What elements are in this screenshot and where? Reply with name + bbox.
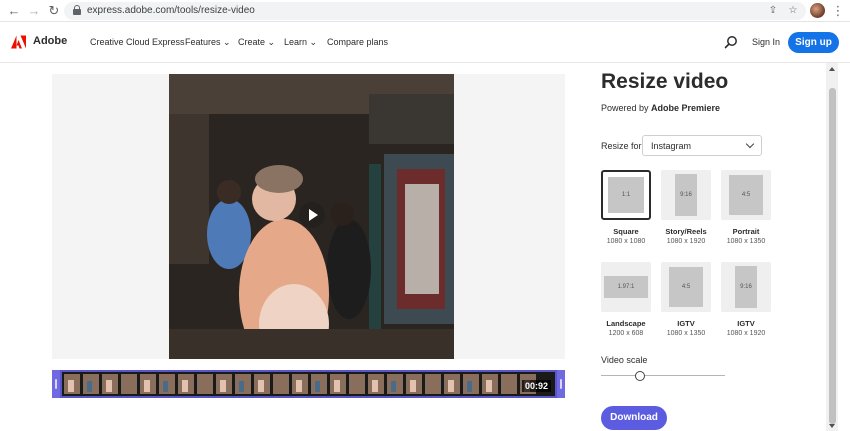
reload-icon[interactable]: ↻ (46, 3, 62, 19)
trim-end-handle[interactable] (557, 370, 565, 398)
scroll-down-icon[interactable] (829, 424, 835, 428)
ratio-preview: 9:16 (675, 174, 697, 216)
scroll-up-icon[interactable] (829, 67, 835, 71)
powered-by: Powered by Adobe Premiere (601, 103, 721, 113)
play-icon[interactable] (299, 202, 325, 228)
video-scale-label: Video scale (601, 355, 648, 365)
nav-features[interactable]: Features ⌄ (185, 37, 231, 48)
ratio-preview: 4:5 (669, 267, 703, 307)
sign-up-button[interactable]: Sign up (788, 32, 839, 53)
brand-name[interactable]: Adobe (33, 35, 67, 47)
nav-learn[interactable]: Learn ⌄ (284, 37, 317, 48)
filmstrip: 00:92 (62, 372, 555, 396)
filmstrip-frames (62, 372, 555, 396)
profile-avatar[interactable] (810, 3, 825, 18)
chevron-down-icon (745, 139, 755, 149)
page-title: Resize video (601, 70, 729, 93)
download-button[interactable]: Download (601, 406, 667, 430)
scrollbar-thumb[interactable] (829, 88, 836, 424)
tile-name: Portrait (732, 227, 760, 236)
star-icon[interactable]: ☆ (786, 4, 800, 18)
resize-for-select[interactable]: Instagram (642, 135, 762, 156)
nav-create[interactable]: Create ⌄ (238, 37, 275, 48)
size-tile-igtv-4-5[interactable]: 4:5 (661, 262, 711, 312)
url-text: express.adobe.com/tools/resize-video (87, 5, 255, 16)
browser-menu-icon[interactable]: ⋮ (830, 3, 846, 19)
lock-icon (73, 5, 81, 15)
size-tile-square[interactable]: 1:1 (601, 170, 651, 220)
tile-dimensions: 1080 x 1350 (726, 238, 766, 245)
video-preview-area (52, 74, 565, 359)
video-timeline[interactable]: 00:92 (52, 370, 565, 398)
share-icon[interactable]: ⇪ (766, 4, 780, 18)
nav-compare-plans[interactable]: Compare plans (327, 37, 388, 47)
video-scale-slider-track[interactable] (601, 375, 725, 376)
video-frame[interactable] (169, 74, 454, 359)
address-bar[interactable]: express.adobe.com/tools/resize-video ⇪ ☆ (64, 2, 806, 20)
size-tile-igtv-9-16[interactable]: 9:16 (721, 262, 771, 312)
size-tile-story-reels[interactable]: 9:16 (661, 170, 711, 220)
tile-dimensions: 1080 x 1920 (726, 330, 766, 337)
nav-creative-cloud-express[interactable]: Creative Cloud Express (90, 37, 185, 47)
browser-toolbar: ← → ↻ express.adobe.com/tools/resize-vid… (0, 0, 850, 22)
back-icon[interactable]: ← (6, 3, 22, 19)
tile-name: IGTV (737, 319, 755, 328)
duration-label: 00:92 (521, 380, 551, 392)
adobe-logo-icon[interactable] (11, 35, 26, 49)
site-header: Adobe Creative Cloud Express Features ⌄ … (0, 22, 850, 63)
resize-for-label: Resize for: (601, 141, 645, 151)
resize-for-value: Instagram (651, 141, 692, 151)
video-scale-slider-thumb[interactable] (635, 371, 645, 381)
powered-by-product: Adobe Premiere (651, 103, 721, 113)
size-tile-portrait[interactable]: 4:5 (721, 170, 771, 220)
ratio-preview: 1.97:1 (604, 276, 648, 298)
ratio-preview: 9:16 (735, 266, 757, 308)
ratio-preview: 4:5 (729, 175, 763, 215)
ratio-preview: 1:1 (608, 177, 644, 213)
search-icon[interactable] (724, 35, 738, 49)
forward-icon[interactable]: → (26, 3, 42, 19)
sign-in-link[interactable]: Sign In (752, 37, 780, 47)
trim-start-handle[interactable] (52, 370, 60, 398)
size-tile-landscape[interactable]: 1.97:1 (601, 262, 651, 312)
